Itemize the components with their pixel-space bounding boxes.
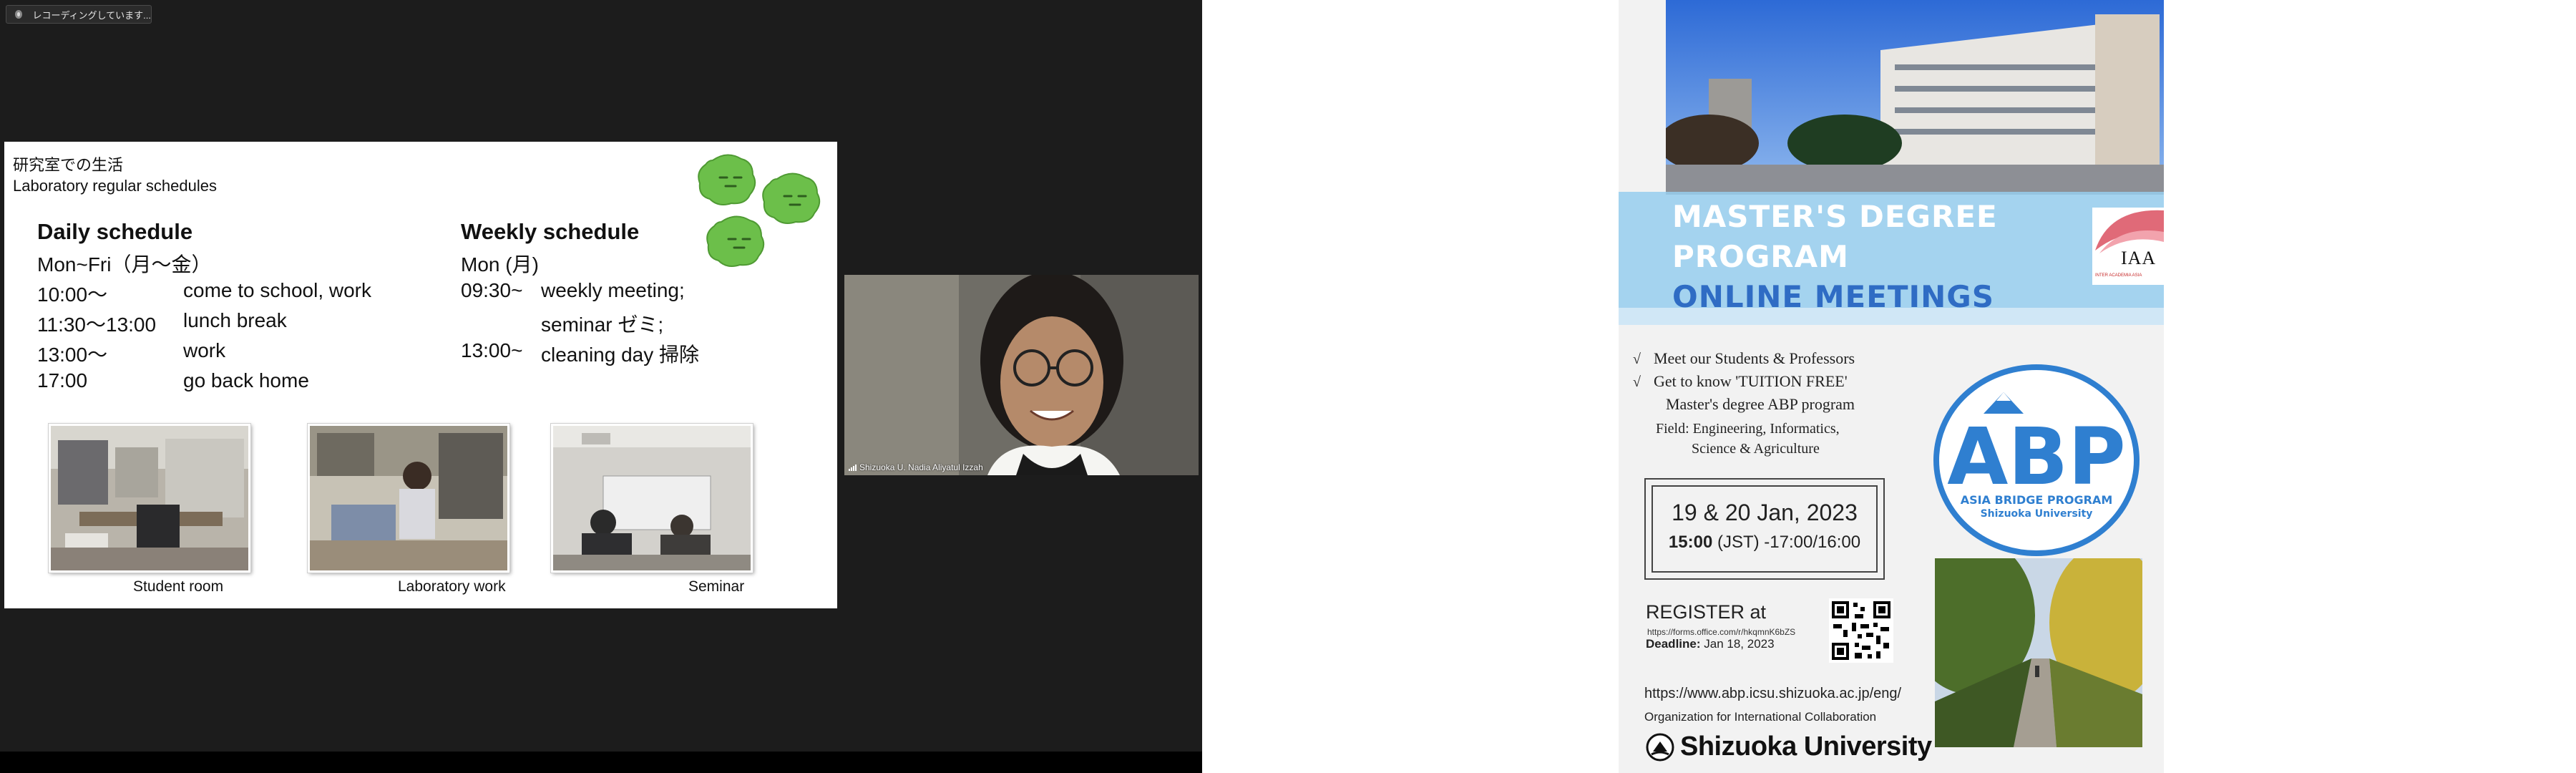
participant-name: Shizuoka U. Nadia Aliyatul Izzah <box>859 462 983 472</box>
slime-mascots-icon <box>698 154 821 267</box>
website-url[interactable]: https://www.abp.icsu.shizuoka.ac.jp/eng/ <box>1644 686 1901 702</box>
banner-line-1: MASTER'S DEGREE <box>1672 199 1998 234</box>
university-emblem-icon <box>1646 733 1674 761</box>
shared-slide: 研究室での生活 Laboratory regular schedules Dai… <box>4 142 837 608</box>
organization-name: Organization for International Collabora… <box>1644 710 1877 724</box>
weekly-row-time: 09:30~ <box>461 279 523 301</box>
weekly-row-activity: weekly meeting; <box>541 279 685 301</box>
record-icon <box>15 10 23 19</box>
recording-label: レコーディングしています... <box>32 9 151 21</box>
university-name: Shizuoka University <box>1680 731 1932 762</box>
daily-row-activity: work <box>183 339 226 361</box>
info-meet: √ Meet our Students & Professors <box>1633 349 1855 367</box>
banner-line-2: PROGRAM <box>1672 239 1849 274</box>
student-room-photo <box>49 424 250 573</box>
abp-program-name: ASIA BRIDGE PROGRAM <box>1961 493 2113 507</box>
weekly-row-time: 13:00~ <box>461 339 523 361</box>
slide-title-jp: 研究室での生活 <box>13 156 124 174</box>
iaa-subtext: INTER ACADEMIA ASIA <box>2095 273 2142 278</box>
info-tuition: √ Get to know 'TUITION FREE' <box>1633 372 1848 390</box>
caption-student-room: Student room <box>133 578 224 595</box>
register-title: REGISTER at <box>1646 601 1767 623</box>
daily-row-time: 10:00～ <box>37 283 108 306</box>
abp-university: Shizuoka University <box>1981 508 2093 520</box>
signal-bars-icon <box>849 464 857 471</box>
daily-row-time: 11:30～13:00 <box>37 313 157 336</box>
iaa-text: IAA <box>2121 248 2157 268</box>
participant-name-tag: Shizuoka U. Nadia Aliyatul Izzah <box>849 462 983 472</box>
info-science: Science & Agriculture <box>1692 441 1820 457</box>
abp-letters: ABP <box>1947 411 2126 502</box>
banner-line-online: ONLINE MEETINGS <box>1672 279 1995 314</box>
campus-building-photo <box>1666 0 2164 195</box>
check-icon: √ <box>1633 351 1641 367</box>
register-deadline: Deadline: Jan 18, 2023 <box>1646 637 1775 651</box>
meeting-window: レコーディングしています... 研究室での生活 Laboratory regul… <box>0 0 1202 773</box>
daily-row-activity: lunch break <box>183 309 287 331</box>
participant-face <box>844 275 1199 475</box>
qr-code-icon[interactable] <box>1829 598 1893 663</box>
caption-seminar: Seminar <box>688 578 745 595</box>
daily-row-activity: come to school, work <box>183 279 371 301</box>
daily-row-time: 17:00 <box>37 369 88 392</box>
daily-schedule-heading: Daily schedule <box>37 219 193 244</box>
event-date-box: 19 & 20 Jan, 2023 15:00 (JST) -17:00/16:… <box>1644 478 1885 580</box>
info-field: Field: Engineering, Informatics, <box>1656 421 1840 437</box>
caption-laboratory-work: Laboratory work <box>398 578 506 595</box>
iaa-logo: IAA INTER ACADEMIA ASIA <box>2092 208 2164 285</box>
shizuoka-university-logo: Shizuoka University <box>1646 731 1932 762</box>
seminar-photo <box>551 424 753 573</box>
weekly-row-activity: seminar ゼミ; <box>541 313 664 336</box>
recording-indicator[interactable]: レコーディングしています... <box>6 5 152 24</box>
weekly-schedule-heading: Weekly schedule <box>461 219 640 244</box>
participant-video[interactable]: Shizuoka U. Nadia Aliyatul Izzah <box>844 275 1199 475</box>
event-date-inner <box>1652 485 1878 573</box>
daily-row-activity: go back home <box>183 369 309 392</box>
event-date: 19 & 20 Jan, 2023 <box>1672 500 1858 525</box>
slide-title-en: Laboratory regular schedules <box>13 177 217 195</box>
weekly-day: Mon (月) <box>461 253 539 276</box>
check-icon: √ <box>1633 374 1641 390</box>
daily-days: Mon~Fri（月～金） <box>37 253 212 276</box>
info-abp: Master's degree ABP program <box>1666 395 1855 413</box>
event-time: 15:00 (JST) -17:00/16:00 <box>1668 533 1861 552</box>
campus-path-photo <box>1935 558 2142 747</box>
slide-title: 研究室での生活 Laboratory regular schedules <box>13 155 217 196</box>
weekly-row-activity: cleaning day 掃除 <box>541 344 700 366</box>
meeting-bottom-bar <box>0 752 1202 773</box>
abp-logo: ABP ASIA BRIDGE PROGRAM Shizuoka Univers… <box>1933 364 2140 556</box>
laboratory-work-photo <box>308 424 509 573</box>
desktop: レコーディングしています... 研究室での生活 Laboratory regul… <box>0 0 2576 773</box>
daily-row-time: 13:00～ <box>37 344 108 366</box>
register-url[interactable]: https://forms.office.com/r/hkqmnK6bZS <box>1647 627 1795 637</box>
